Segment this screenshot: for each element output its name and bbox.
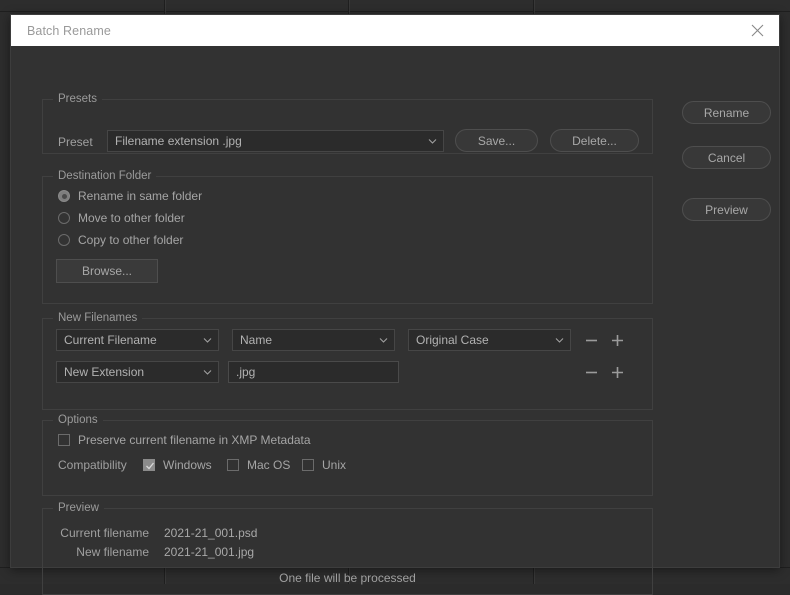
new-filename-row2-token-select[interactable]: New Extension <box>56 361 219 383</box>
checkbox-mark-icon <box>302 459 314 471</box>
chevron-down-icon <box>379 336 388 345</box>
cancel-button[interactable]: Cancel <box>682 146 771 169</box>
new-filename-row1-token-value: Current Filename <box>64 333 157 347</box>
new-filename-row1-minus-icon[interactable] <box>583 332 599 348</box>
chevron-down-icon <box>428 137 437 146</box>
checkbox-mark-icon <box>227 459 239 471</box>
preset-select[interactable]: Filename extension .jpg <box>107 130 444 152</box>
background-divider-top <box>0 11 790 12</box>
preview-new-filename-label: New filename <box>76 545 149 559</box>
checkbox-compatibility-macos[interactable]: Mac OS <box>227 458 290 472</box>
checkbox-mark-icon <box>143 459 155 471</box>
radio-copy-to-other-folder[interactable]: Copy to other folder <box>58 233 183 247</box>
radio-label: Rename in same folder <box>78 189 203 203</box>
dialog-titlebar: Batch Rename <box>11 15 779 46</box>
destination-folder-legend: Destination Folder <box>53 170 157 182</box>
presets-legend: Presets <box>53 93 102 105</box>
new-filename-row2-plus-icon[interactable] <box>609 364 625 380</box>
compatibility-label: Compatibility <box>58 458 127 472</box>
preview-legend: Preview <box>53 502 104 514</box>
new-filename-row2-extension-value: .jpg <box>236 365 256 379</box>
checkbox-label: Windows <box>163 458 212 472</box>
delete-preset-button[interactable]: Delete... <box>550 129 639 152</box>
radio-rename-in-same-folder[interactable]: Rename in same folder <box>58 189 202 203</box>
checkbox-preserve-filename-xmp[interactable]: Preserve current filename in XMP Metadat… <box>58 433 311 447</box>
preview-button[interactable]: Preview <box>682 198 771 221</box>
checkbox-compatibility-windows[interactable]: Windows <box>143 458 212 472</box>
chevron-down-icon <box>555 336 564 345</box>
radio-mark-icon <box>58 212 70 224</box>
checkbox-compatibility-unix[interactable]: Unix <box>302 458 346 472</box>
chevron-down-icon <box>203 368 212 377</box>
checkbox-label: Preserve current filename in XMP Metadat… <box>78 433 311 447</box>
new-filenames-legend: New Filenames <box>53 312 143 324</box>
preset-select-value: Filename extension .jpg <box>115 134 242 148</box>
new-filename-row2-extension-input[interactable]: .jpg <box>228 361 399 383</box>
new-filename-row1-case-select[interactable]: Original Case <box>408 329 571 351</box>
new-filename-row1-param-value: Name <box>240 333 273 347</box>
checkbox-mark-icon <box>58 434 70 446</box>
new-filename-row2-token-value: New Extension <box>64 365 145 379</box>
preview-current-filename-value: 2021-21_001.psd <box>164 526 258 540</box>
radio-label: Copy to other folder <box>78 233 184 247</box>
preview-summary: One file will be processed <box>279 571 416 585</box>
new-filename-row2-minus-icon[interactable] <box>583 364 599 380</box>
chevron-down-icon <box>203 336 212 345</box>
dialog-title: Batch Rename <box>27 23 111 38</box>
browse-button[interactable]: Browse... <box>56 259 158 283</box>
radio-move-to-other-folder[interactable]: Move to other folder <box>58 211 185 225</box>
checkbox-label: Unix <box>322 458 347 472</box>
options-legend: Options <box>53 414 103 426</box>
radio-mark-icon <box>58 190 70 202</box>
save-preset-button[interactable]: Save... <box>455 129 538 152</box>
options-group: Options <box>42 414 653 496</box>
new-filename-row1-token-select[interactable]: Current Filename <box>56 329 219 351</box>
batch-rename-dialog: Batch Rename Presets Preset Filename ext… <box>10 14 780 595</box>
preview-current-filename-label: Current filename <box>60 526 149 540</box>
preview-new-filename-value: 2021-21_001.jpg <box>164 545 255 559</box>
new-filename-row1-plus-icon[interactable] <box>609 332 625 348</box>
new-filename-row1-param-select[interactable]: Name <box>232 329 395 351</box>
checkbox-label: Mac OS <box>247 458 291 472</box>
preview-group: Preview Current filename 2021-21_001.psd… <box>42 502 653 595</box>
radio-label: Move to other folder <box>78 211 185 225</box>
radio-mark-icon <box>58 234 70 246</box>
new-filename-row1-case-value: Original Case <box>416 333 489 347</box>
rename-button[interactable]: Rename <box>682 101 771 124</box>
preset-label: Preset <box>58 135 93 149</box>
dialog-body: Presets Preset Filename extension .jpg S… <box>11 46 779 595</box>
close-icon[interactable] <box>745 19 769 43</box>
